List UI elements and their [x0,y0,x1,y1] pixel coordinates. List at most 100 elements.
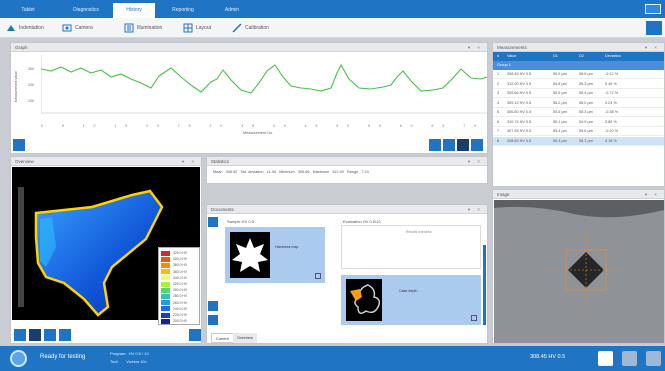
documents-scrollbar[interactable] [483,245,486,325]
table-row[interactable]: 2 312.90 HV 0.5 54.8 µm 55.3 µm 0.46 % [493,80,664,89]
legend-swatch [161,269,170,275]
graph-settings-icon[interactable] [13,139,25,151]
table-cell: 309.12 HV 0.5 [507,100,532,105]
table-header: # Value D1 D2 Deviation [493,52,664,61]
table-row[interactable]: 3 305.66 HV 0.5 55.9 µm 55.4 µm -0.71 % [493,89,664,98]
zoom-out-icon[interactable] [443,139,455,151]
documents-edit-icon[interactable] [208,301,218,311]
panel-controls-icon[interactable]: ▾ × [468,157,483,166]
table-row[interactable]: 4 309.12 HV 0.5 55.2 µm 55.0 µm 0.24 % [493,99,664,108]
table-row[interactable]: 7 307.55 HV 0.5 55.4 µm 55.6 µm -0.20 % [493,127,664,136]
table-cell: 312.90 HV 0.5 [507,81,532,86]
legend-item: 320.0 HV [161,281,199,287]
zoom-in-icon[interactable] [429,139,441,151]
overview-tool-icon[interactable] [44,329,56,341]
column-header[interactable]: Value [507,52,516,61]
table-cell: 2 [497,81,500,86]
statistics-header: Statistics ▾ × [207,157,487,166]
window-control-icon[interactable] [645,4,661,14]
panel-controls-icon[interactable]: ▾ × [468,43,483,52]
power-icon[interactable] [646,351,661,366]
graph-panel: Graph ▾ × Measurement Value 300 200 100 … [10,42,488,154]
document-2-thumbnail [346,279,382,321]
export-icon[interactable] [471,139,483,151]
table-body: 1 308.45 HV 0.5 55.5 µm 58.5 µm -0.12 % 2 312.… [493,70,664,178]
panel-controls-icon[interactable]: ▾ × [182,157,197,166]
document-1-caption: Hardness map [275,245,299,249]
statistics-panel: Statistics ▾ × Mean 308.92 Std. deviatio… [206,156,488,184]
legend-swatch [161,262,170,268]
legend-item: 420.0 HV [161,250,199,256]
document-card-2[interactable]: Case depth [341,275,481,325]
indentation-button[interactable]: Indentation [6,22,44,34]
group-row[interactable]: Group 1 [493,61,664,70]
indentation-image[interactable] [494,200,664,343]
color-legend: 420.0 HV 400.0 HV 380.0 HV 360.0 HV 340.0 HV… [158,247,200,325]
table-cell: -0.71 % [605,91,619,95]
document-1-menu-icon[interactable] [315,273,321,279]
documents-panel: Documents ▾ × Sample HV 0.5 Hardness map… [206,204,488,344]
legend-swatch [161,287,170,293]
fit-icon[interactable] [457,139,469,151]
legend-item: 340.0 HV [161,275,199,281]
column-header[interactable]: Deviation [605,52,621,61]
documents-add-icon[interactable] [208,217,218,227]
panel-controls-icon[interactable]: ▾ × [645,190,660,199]
legend-swatch [161,256,170,262]
table-cell: 6 [497,119,500,124]
table-row[interactable]: 5 306.80 HV 0.5 55.6 µm 55.3 µm -0.38 % [493,108,664,117]
table-cell: 55.5 µm [553,72,567,76]
column-header[interactable]: D1 [553,52,558,61]
document-card-1[interactable]: Hardness map [225,227,325,283]
legend-label: 360.0 HV [173,269,188,274]
legend-item: 300.0 HV [161,287,199,293]
overview-tool-icon[interactable] [59,329,71,341]
graph-ylabel: Measurement Value [14,71,18,103]
table-cell: 55.9 µm [553,91,567,95]
status-gear-icon[interactable] [10,350,27,367]
legend-item: 280.0 HV [161,293,199,299]
nav-tab-diagnostics[interactable]: Diagnostics [62,3,110,18]
illumination-button[interactable]: Illumination [124,22,162,34]
calibration-button[interactable]: Calibration [232,22,269,34]
document-2-menu-icon[interactable] [471,315,477,321]
layout-icon [183,23,193,33]
legend-swatch [161,300,170,306]
table-cell: 308.82 HV 0.5 [507,138,532,143]
legend-label: 380.0 HV [173,263,188,268]
measurement-graph [41,55,487,114]
table-row[interactable]: 6 310.74 HV 0.5 55.1 µm 54.9 µm 0.85 % [493,118,664,127]
layout-button[interactable]: Layout [183,22,211,34]
print-icon[interactable] [646,21,662,35]
panel-controls-icon[interactable]: ▾ × [645,43,660,52]
illumination-label: Illumination [137,25,163,31]
table-cell: 54.8 µm [553,81,567,86]
indentation-image-view [494,200,664,310]
legend-label: 220.0 HV [173,313,188,317]
column-header[interactable]: # [497,52,499,61]
documents-tab-current[interactable]: Current [211,333,234,343]
camera-button[interactable]: Camera [62,22,93,34]
table-row[interactable]: 8 308.82 HV 0.5 55.3 µm 55.1 µm 0.18 % [493,136,664,146]
documents-tab-overview[interactable]: Overview [233,333,257,343]
column-header[interactable]: D2 [579,52,584,61]
nav-tab-reporting[interactable]: Reporting [160,3,206,18]
table-cell: 0.46 % [605,81,617,86]
legend-label: 420.0 HV [173,251,188,255]
overview-tool-icon[interactable] [14,329,26,341]
camera-live-icon[interactable] [598,351,613,366]
ytick-label: 100 [28,99,34,103]
document-2-title: Evaluation HV 0.5/10 [343,219,381,224]
documents-delete-icon[interactable] [208,315,218,325]
microphone-icon[interactable] [622,351,637,366]
table-row[interactable]: 1 308.45 HV 0.5 55.5 µm 58.5 µm -0.12 % [493,70,664,79]
overview-tool-icon[interactable] [29,329,41,341]
document-card-2-preview[interactable]: Results overview [341,225,481,269]
nav-tab-history[interactable]: History [113,3,155,18]
overview-expand-icon[interactable] [189,329,201,341]
status-ready-text: Ready for testing [40,354,86,360]
panel-controls-icon[interactable]: ▾ × [468,205,483,214]
nav-tab-admin[interactable]: Admin [212,3,252,18]
nav-tab-tablet[interactable]: Tablet [8,3,48,18]
document-2-subtitle: Results overview [406,230,432,234]
